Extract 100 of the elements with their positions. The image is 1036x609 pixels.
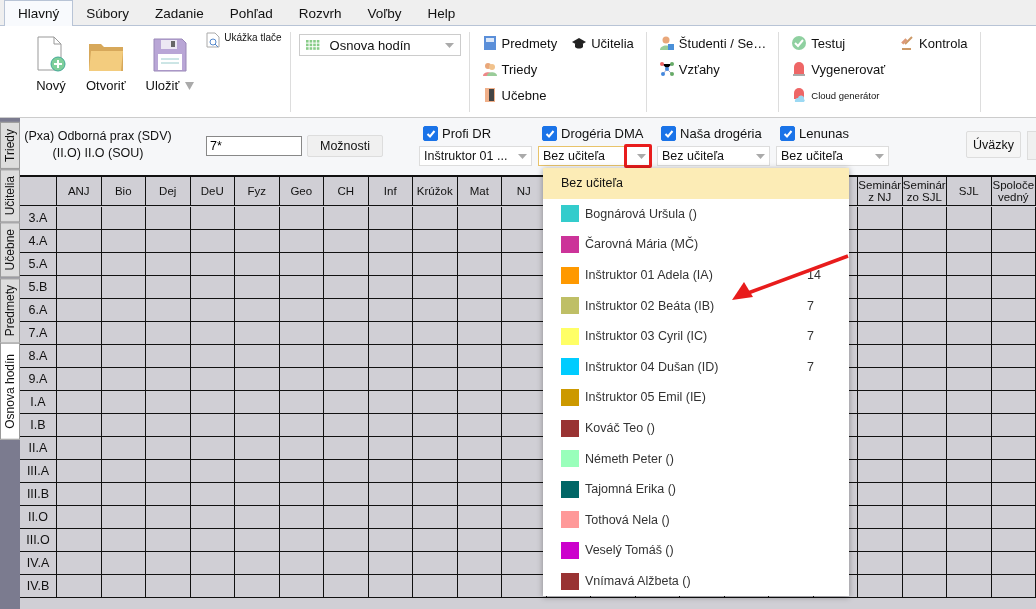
teacher-select[interactable]: Inštruktor 01 ... xyxy=(419,146,533,166)
menu-tab[interactable]: Hlavný xyxy=(4,0,74,26)
options-button[interactable]: Možnosti xyxy=(307,135,384,157)
dropdown-arrow-icon xyxy=(875,153,885,159)
side-tab[interactable]: Učebne xyxy=(0,222,20,278)
column-header: Fyz xyxy=(235,177,280,206)
row-header: 5.A xyxy=(20,253,57,276)
teacher-option[interactable]: Veselý Tomáš () xyxy=(543,535,849,566)
menu-tab[interactable]: Voľby xyxy=(354,0,415,26)
siren-icon xyxy=(791,61,808,77)
menu-tab[interactable]: Zadanie xyxy=(142,0,217,26)
teacher-option[interactable]: Inštruktor 02 Beáta (IB) 7 xyxy=(543,290,849,321)
teacher-option[interactable]: Bez učiteľa xyxy=(543,168,849,199)
teacher-option[interactable]: Tajomná Erika () xyxy=(543,473,849,505)
menu-tab[interactable]: Pohľad xyxy=(216,0,286,26)
teacher-option[interactable]: Kováč Teo () xyxy=(543,412,849,444)
row-header: III.B xyxy=(20,483,57,506)
row-header: 7.A xyxy=(20,322,57,345)
row-header: II.A xyxy=(20,437,57,460)
teacher-select[interactable]: Bez učiteľa xyxy=(776,146,890,166)
siren-cloud-icon xyxy=(791,87,808,103)
checkbox[interactable] xyxy=(542,126,558,141)
ribbon-button[interactable]: Uložiť xyxy=(135,32,205,98)
ribbon-button[interactable]: Kontrola xyxy=(899,32,968,54)
row-header: 6.A xyxy=(20,299,57,322)
lesson-title: (II.O) II.O (SOU) xyxy=(52,145,144,162)
ribbon-button[interactable]: Predmety xyxy=(481,32,558,54)
menu-tab[interactable]: Súbory xyxy=(73,0,143,26)
grid-icon xyxy=(305,40,320,50)
teacher-option[interactable]: Vnímavá Alžbeta () xyxy=(543,565,849,597)
book-icon xyxy=(481,35,498,51)
ribbon-button[interactable]: Študenti / Se… xyxy=(658,32,767,54)
ribbon-button[interactable]: Otvoriť xyxy=(76,32,136,98)
dropdown-arrow-icon xyxy=(637,153,647,159)
menu-tab[interactable]: Rozvrh xyxy=(285,0,355,26)
graduation-cap-icon xyxy=(571,35,588,51)
check-icon xyxy=(663,128,674,139)
column-header: Inf xyxy=(368,177,413,206)
dropdown-arrow-icon xyxy=(756,153,766,159)
ribbon-button[interactable]: Učitelia xyxy=(571,32,634,54)
teacher-option[interactable]: Inštruktor 03 Cyril (IC) 7 xyxy=(543,320,849,352)
ribbon-button[interactable]: Testuj xyxy=(791,32,886,54)
teacher-select[interactable]: Bez učiteľa xyxy=(538,146,652,166)
menu-tab[interactable]: Help xyxy=(414,0,469,26)
ribbon-button[interactable]: Vygenerovať xyxy=(791,58,886,80)
column-header: Spoloče vedný xyxy=(991,177,1036,206)
dropdown-arrow-icon xyxy=(518,153,528,159)
column-header: Seminár z NJ xyxy=(858,177,903,206)
ribbon-button[interactable]: Triedy xyxy=(481,58,558,80)
checkbox[interactable] xyxy=(423,126,439,141)
teacher-option[interactable]: Németh Peter () xyxy=(543,443,849,474)
new-document-icon xyxy=(36,36,66,72)
side-tab[interactable]: Triedy xyxy=(0,122,20,169)
column-header: Mat xyxy=(457,177,502,206)
column-header: Krúžok xyxy=(413,177,458,206)
check-badge-icon xyxy=(791,35,808,51)
row-header: I.A xyxy=(20,391,57,414)
checkbox[interactable] xyxy=(780,126,796,141)
check-icon xyxy=(782,128,793,139)
column-header: Dej xyxy=(146,177,191,206)
gavel-icon xyxy=(899,35,916,51)
check-icon xyxy=(425,128,436,139)
column-header: Geo xyxy=(279,177,324,206)
row-header: III.A xyxy=(20,460,57,483)
teacher-option[interactable]: Čarovná Mária (MČ) xyxy=(543,229,849,260)
column-header: ANJ xyxy=(57,177,102,206)
teacher-checkbox[interactable]: Lenunas xyxy=(780,126,890,141)
lesson-title: (Pxa) Odborná prax (SDV) xyxy=(24,128,172,145)
network-icon xyxy=(658,61,675,77)
print-preview-button[interactable]: Ukážka tlače xyxy=(206,32,282,48)
side-tab[interactable]: Učitelia xyxy=(0,168,20,223)
count-input[interactable]: 7* xyxy=(206,136,302,156)
teacher-checkbox[interactable]: Naša drogéria xyxy=(661,126,771,141)
row-header: IV.A xyxy=(20,552,57,575)
ribbon-button[interactable]: Cloud generátor xyxy=(791,84,886,106)
teacher-option[interactable]: Inštruktor 05 Emil (IE) xyxy=(543,382,849,413)
side-tab[interactable]: Predmety xyxy=(0,277,20,343)
row-header: 8.A xyxy=(20,345,57,368)
teacher-checkbox[interactable]: Profi DR xyxy=(423,126,533,141)
side-tab[interactable]: Osnova hodín xyxy=(0,343,20,440)
row-header: II.O xyxy=(20,506,57,529)
column-header: CH xyxy=(324,177,369,206)
check-icon xyxy=(544,128,555,139)
dropdown-arrow-icon xyxy=(444,42,454,48)
ribbon-button[interactable]: Učebne xyxy=(481,84,558,106)
teacher-option[interactable]: Tothová Nela () xyxy=(543,504,849,536)
checkbox[interactable] xyxy=(661,126,677,141)
ribbon-button[interactable]: Vzťahy xyxy=(658,58,767,80)
teacher-checkbox[interactable]: Drogéria DMA xyxy=(542,126,652,141)
ribbon-button[interactable]: Nový xyxy=(26,32,76,98)
column-header: Bio xyxy=(101,177,146,206)
magnifier-document-icon xyxy=(206,32,221,48)
teacher-select[interactable]: Bez učiteľa xyxy=(657,146,771,166)
column-header: Seminár zo SJL xyxy=(902,177,947,206)
row-header: I.B xyxy=(20,414,57,437)
view-select[interactable]: Osnova hodín xyxy=(298,34,461,56)
row-header: 4.A xyxy=(20,230,57,253)
workload-button[interactable]: Úväzky xyxy=(966,131,1021,158)
row-header: III.O xyxy=(20,529,57,552)
teacher-option[interactable]: Inštruktor 04 Dušan (ID) 7 xyxy=(543,351,849,383)
